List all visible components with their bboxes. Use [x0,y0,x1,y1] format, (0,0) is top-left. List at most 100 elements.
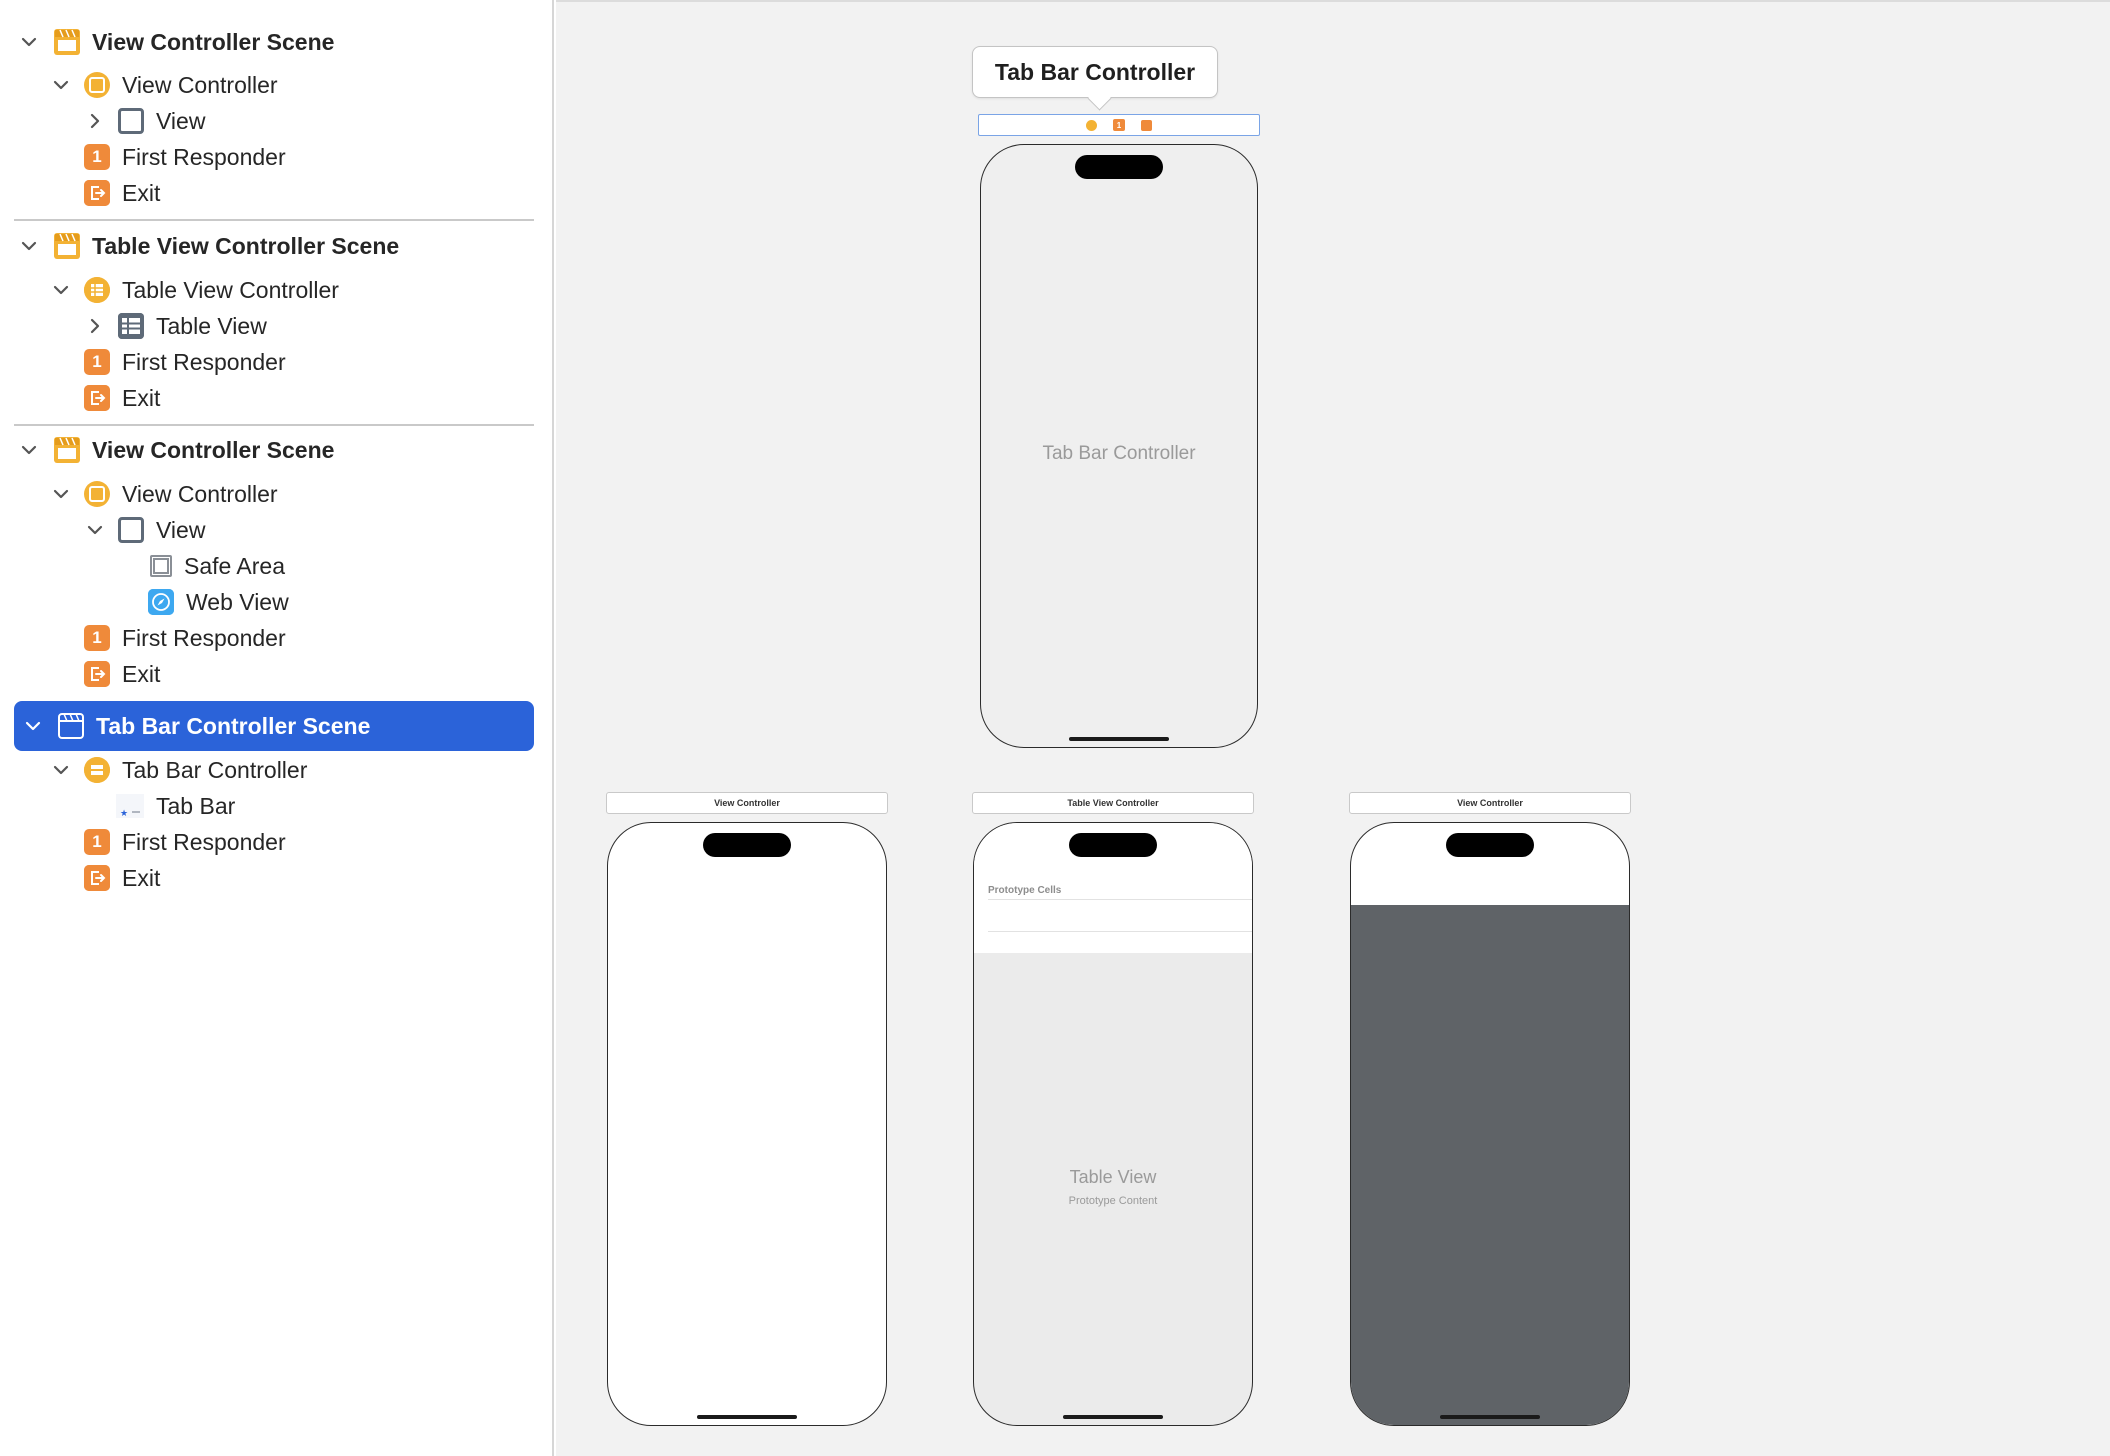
outline-item-view-controller[interactable]: View Controller [50,476,278,512]
svg-text:★: ★ [120,808,128,818]
dynamic-island [1075,155,1163,179]
chevron-right-icon[interactable] [84,315,106,337]
document-outline: View Controller Scene View Controller Vi… [0,0,554,1456]
storyboard-scene-icon [54,233,80,259]
outline-item-first-responder[interactable]: 1 First Responder [84,620,286,656]
table-view-controller-icon [84,277,110,303]
chevron-down-icon[interactable] [50,759,72,781]
item-label: First Responder [122,624,286,651]
tab-bar-controller-dock-icon[interactable] [1086,119,1097,131]
view-controller-icon [84,72,110,98]
chevron-down-icon[interactable] [22,715,44,737]
tab-bar-controller-label: Tab Bar Controller [1042,443,1196,464]
dynamic-island [1446,833,1534,857]
scene-title: View Controller Scene [92,28,335,55]
item-label: View [156,516,206,543]
outline-scene-table-view-controller[interactable]: Table View Controller Scene [14,228,399,264]
chevron-down-icon[interactable] [50,279,72,301]
outline-item-first-responder[interactable]: 1 First Responder [84,824,286,860]
prototype-cell[interactable] [988,931,1252,932]
chevron-down-icon[interactable] [18,235,40,257]
item-label: Safe Area [184,552,286,579]
view-icon [118,517,144,543]
item-label: Tab Bar [156,792,236,819]
outline-scene-view-controller-1[interactable]: View Controller Scene [14,24,334,60]
item-label: View Controller [122,480,278,507]
first-responder-icon: 1 [84,349,110,375]
exit-icon [84,180,110,206]
compass-icon [148,589,174,615]
exit-icon [84,385,110,411]
outline-item-exit[interactable]: Exit [84,175,160,211]
scene-divider [14,424,534,426]
home-indicator [1440,1415,1540,1419]
outline-item-tab-bar[interactable]: ★ Tab Bar [116,788,235,824]
table-view-icon [118,313,144,339]
outline-item-exit[interactable]: Exit [84,380,160,416]
outline-item-view[interactable]: View [84,103,205,139]
chevron-down-icon[interactable] [50,74,72,96]
outline-item-web-view[interactable]: Web View [148,584,289,620]
item-label: Web View [186,588,289,615]
chevron-down-icon[interactable] [18,439,40,461]
outline-item-exit[interactable]: Exit [84,860,160,896]
outline-item-view[interactable]: View [84,512,205,548]
item-label: First Responder [122,143,286,170]
item-label: Tab Bar Controller [122,756,308,783]
first-responder-icon: 1 [84,625,110,651]
exit-dock-icon[interactable] [1141,119,1152,131]
storyboard-scene-icon [54,29,80,55]
first-responder-icon: 1 [84,144,110,170]
outline-item-safe-area[interactable]: Safe Area [150,548,285,584]
outline-item-tab-bar-controller[interactable]: Tab Bar Controller [50,752,307,788]
table-view-controller-scene-header[interactable]: Table View Controller [972,792,1254,814]
web-view[interactable] [1351,905,1629,1425]
item-label: First Responder [122,348,286,375]
outline-item-exit[interactable]: Exit [84,656,160,692]
outline-item-first-responder[interactable]: 1 First Responder [84,139,286,175]
first-responder-dock-icon[interactable]: 1 [1113,119,1125,131]
chevron-right-icon[interactable] [84,110,106,132]
view-controller-icon [84,481,110,507]
scene-divider [14,219,534,221]
prototype-cells-header: Prototype Cells [988,885,1062,896]
web-view-controller-phone[interactable] [1350,822,1630,1426]
outline-item-table-view-controller[interactable]: Table View Controller [50,272,339,308]
tab-bar-controller-phone[interactable]: Tab Bar Controller [980,144,1258,748]
scene-title: View Controller Scene [92,436,335,463]
item-label: Exit [122,179,161,206]
outline-item-table-view[interactable]: Table View [84,308,267,344]
item-label: Table View [156,312,267,339]
outline-item-first-responder[interactable]: 1 First Responder [84,344,286,380]
home-indicator [1063,1415,1163,1419]
view-controller-scene-header[interactable]: View Controller [1349,792,1631,814]
tab-bar-icon: ★ [116,794,144,818]
item-label: Exit [122,384,161,411]
dynamic-island [703,833,791,857]
safe-area-icon [150,555,172,577]
exit-icon [84,865,110,891]
dynamic-island [1069,833,1157,857]
cell-separator [988,899,1252,900]
table-view-label: Table View [1069,1167,1157,1187]
view-controller-scene-header[interactable]: View Controller [606,792,888,814]
chevron-down-icon[interactable] [50,483,72,505]
item-label: View [156,107,206,134]
first-responder-icon: 1 [84,829,110,855]
item-label: Exit [122,660,161,687]
item-label: View Controller [122,71,278,98]
scene-dock[interactable]: 1 [978,114,1260,136]
outline-item-view-controller[interactable]: View Controller [50,67,278,103]
scene-title-callout: Tab Bar Controller [972,46,1218,98]
item-label: First Responder [122,828,286,855]
chevron-down-icon[interactable] [18,31,40,53]
item-label: Exit [122,864,161,891]
table-view-controller-phone[interactable]: Prototype Cells Table View Prototype Con… [973,822,1253,1426]
tab-bar-controller-icon [84,757,110,783]
chevron-down-icon[interactable] [84,519,106,541]
outline-scene-tab-bar-controller[interactable]: Tab Bar Controller Scene [14,701,534,751]
view-controller-phone[interactable] [607,822,887,1426]
prototype-content-label: Prototype Content [1068,1195,1158,1207]
scene-title: Tab Bar Controller Scene [96,712,371,739]
outline-scene-view-controller-2[interactable]: View Controller Scene [14,432,334,468]
